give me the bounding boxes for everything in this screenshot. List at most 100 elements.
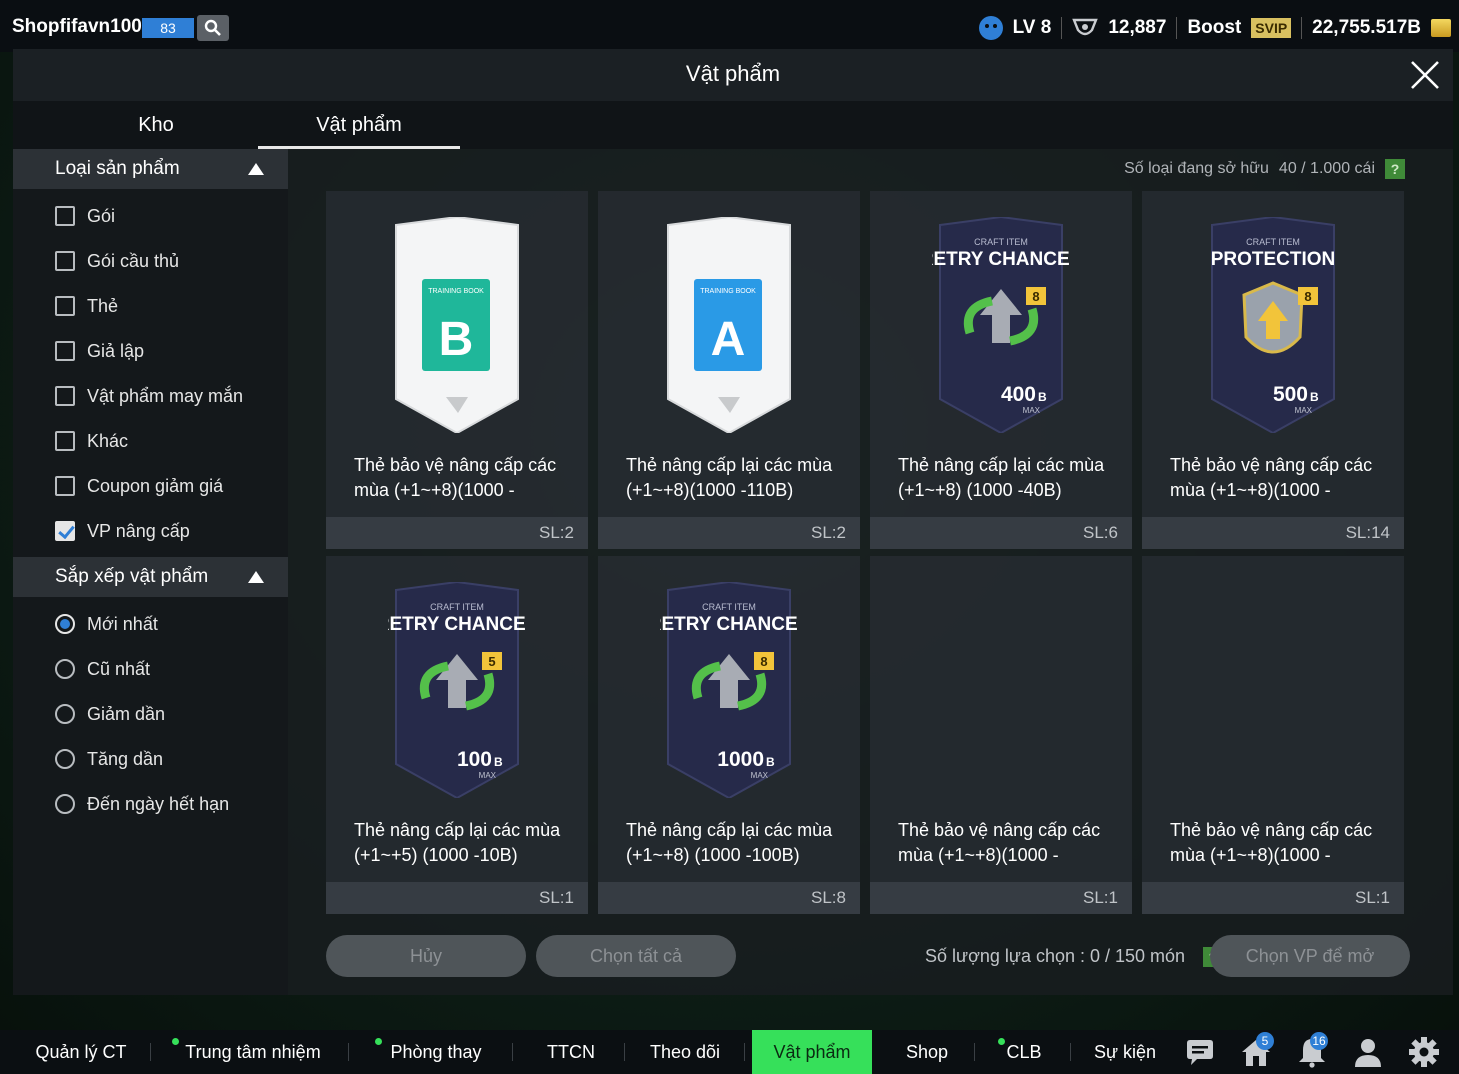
bottom-navigation: Quản lý CT Trung tâm nhiệm vụ Phòng thay…	[0, 1030, 1459, 1074]
card-amount: 500	[1273, 383, 1308, 406]
sort-giam-dan[interactable]: Giảm dần	[55, 699, 165, 729]
selection-count: Số lượng lựa chọn : 0 / 150 món ?	[925, 946, 1224, 967]
checkbox[interactable]	[55, 251, 75, 271]
gear-icon[interactable]	[1408, 1036, 1440, 1068]
modal-header: Vật phẩm	[13, 49, 1453, 101]
item-qty: SL:14	[1345, 523, 1390, 542]
collapse-arrow-icon	[248, 571, 264, 583]
trophy-count: 12,887	[1108, 17, 1167, 38]
radio[interactable]	[55, 659, 75, 679]
checkbox[interactable]	[55, 431, 75, 451]
divider	[1061, 17, 1063, 39]
item-card[interactable]: CRAFT ITEM PROTECTION 8 500 B MAX Thẻ bảo vệ …	[1142, 191, 1404, 549]
category-section-title: Loại sản phẩm	[55, 158, 180, 179]
help-icon[interactable]: ?	[1385, 159, 1405, 179]
nav-trung-tam-nhiem-vu[interactable]: Trung tâm nhiệm vụ	[178, 1030, 328, 1074]
item-name: Thẻ bảo vệ nâng cấp các mùa (+1~+8)(1000…	[354, 455, 557, 500]
filter-label: Gói cầu thủ	[87, 250, 180, 271]
level-value: 5	[488, 654, 495, 669]
account-level: LV 8	[1012, 17, 1052, 38]
nav-clb[interactable]: CLB	[1002, 1030, 1046, 1074]
book-letter: A	[711, 313, 746, 366]
checkbox[interactable]	[55, 206, 75, 226]
search-icon	[204, 19, 221, 36]
sort-tang-dan[interactable]: Tăng dần	[55, 744, 163, 774]
item-card[interactable]: Thẻ bảo vệ nâng cấp các mùa (+1~+8)(1000…	[870, 556, 1132, 914]
sort-moi-nhat[interactable]: Mới nhất	[55, 609, 158, 639]
filter-goi[interactable]: Gói	[55, 201, 115, 231]
checkbox[interactable]	[55, 341, 75, 361]
filter-vat-pham-may-man[interactable]: Vật phẩm may mắn	[55, 381, 243, 411]
nav-su-kien[interactable]: Sự kiện	[1090, 1030, 1160, 1074]
chat-icon[interactable]	[1184, 1036, 1216, 1068]
craft-label: CRAFT ITEM	[430, 602, 484, 612]
boost-label[interactable]: Boost	[1187, 17, 1241, 39]
select-all-button[interactable]: Chọn tất cả	[536, 935, 736, 977]
nav-quan-ly-ct[interactable]: Quản lý CT	[28, 1030, 134, 1074]
radio-selected[interactable]	[55, 614, 75, 634]
card-title: PROTECTION	[1211, 249, 1336, 270]
book-label: TRAINING BOOK	[428, 288, 484, 295]
checkbox[interactable]	[55, 296, 75, 316]
max-label: MAX	[751, 771, 769, 780]
item-card[interactable]: Thẻ bảo vệ nâng cấp các mùa (+1~+8)(1000…	[1142, 556, 1404, 914]
nav-ttcn[interactable]: TTCN	[536, 1030, 606, 1074]
coin-icon	[1431, 19, 1451, 37]
filter-sidebar: Loại sản phẩm Gói Gói cầu thủ Thẻ Giả lậ…	[13, 149, 288, 995]
sort-section-header[interactable]: Sắp xếp vật phẩm	[13, 557, 288, 597]
owned-count: Số loại đang sở hữu 40 / 1.000 cái ?	[1124, 159, 1405, 179]
modal-title: Vật phẩm	[685, 61, 781, 86]
tab-kho[interactable]: Kho	[55, 101, 257, 149]
checkbox-checked[interactable]	[55, 521, 75, 541]
radio[interactable]	[55, 794, 75, 814]
search-button[interactable]	[197, 15, 229, 41]
item-card[interactable]: TRAINING BOOK A Thẻ nâng cấp lại các mùa …	[598, 191, 860, 549]
filter-khac[interactable]: Khác	[55, 426, 128, 456]
owned-label: Số loại đang sở hữu	[1124, 160, 1269, 177]
max-label: MAX	[479, 771, 497, 780]
filter-the[interactable]: Thẻ	[55, 291, 118, 321]
nav-divider	[974, 1043, 975, 1061]
item-qty: SL:1	[1083, 888, 1118, 907]
training-book-card-image: TRAINING BOOK A	[667, 217, 791, 433]
level-value: 8	[760, 654, 767, 669]
filter-gia-lap[interactable]: Giả lập	[55, 336, 144, 366]
nav-vat-pham[interactable]: Vật phẩm	[752, 1030, 872, 1074]
card-amount: 100	[457, 748, 492, 771]
card-amount-unit: B	[1310, 390, 1319, 404]
filter-goi-cau-thu[interactable]: Gói cầu thủ	[55, 246, 179, 276]
item-card[interactable]: TRAINING BOOK B Thẻ bảo vệ nâng cấp các m…	[326, 191, 588, 549]
item-card[interactable]: CRAFT ITEM RETRY CHANCES 8 400B MAX Thẻ nâng…	[870, 191, 1132, 549]
filter-vp-nang-cap[interactable]: VP nâng cấp	[55, 516, 190, 546]
selection-count-label: Số lượng lựa chọn : 0 / 150 món	[925, 946, 1186, 966]
nav-divider	[624, 1043, 625, 1061]
nav-phong-thay-do[interactable]: Phòng thay đồ	[380, 1030, 492, 1074]
tab-vat-pham[interactable]: Vật phẩm	[258, 101, 460, 149]
nav-shop[interactable]: Shop	[892, 1030, 962, 1074]
item-card[interactable]: CRAFT ITEM RETRY CHANCES 5 100B MAX Thẻ nâng…	[326, 556, 588, 914]
cancel-button[interactable]: Hủy	[326, 935, 526, 977]
sort-den-ngay-het-han[interactable]: Đến ngày hết hạn	[55, 789, 229, 819]
user-name[interactable]: Shopfifavn100R	[12, 16, 156, 38]
item-qty: SL:1	[539, 888, 574, 907]
item-qty: SL:1	[1355, 888, 1390, 907]
item-card[interactable]: CRAFT ITEM RETRY CHANCES 8 1000B MAX Thẻ nân…	[598, 556, 860, 914]
filter-coupon[interactable]: Coupon giảm giá	[55, 471, 223, 501]
category-section-header[interactable]: Loại sản phẩm	[13, 149, 288, 189]
open-items-button[interactable]: Chọn VP để mở	[1210, 935, 1410, 977]
sort-label: Cũ nhất	[87, 658, 151, 679]
protection-card-image: CRAFT ITEM PROTECTION 8 500 B MAX	[1211, 217, 1336, 433]
sort-cu-nhat[interactable]: Cũ nhất	[55, 654, 150, 684]
item-name: Thẻ bảo vệ nâng cấp các mùa (+1~+8)(1000…	[1170, 455, 1373, 500]
radio[interactable]	[55, 704, 75, 724]
filter-label: Giả lập	[87, 340, 145, 361]
radio[interactable]	[55, 749, 75, 769]
item-qty: SL:8	[811, 888, 846, 907]
nav-theo-doi[interactable]: Theo dõi	[644, 1030, 726, 1074]
checkbox[interactable]	[55, 476, 75, 496]
checkbox[interactable]	[55, 386, 75, 406]
collapse-arrow-icon	[248, 163, 264, 175]
card-title: RETRY CHANCES	[932, 249, 1070, 270]
profile-icon[interactable]	[1352, 1036, 1384, 1068]
close-icon[interactable]	[1409, 59, 1441, 91]
